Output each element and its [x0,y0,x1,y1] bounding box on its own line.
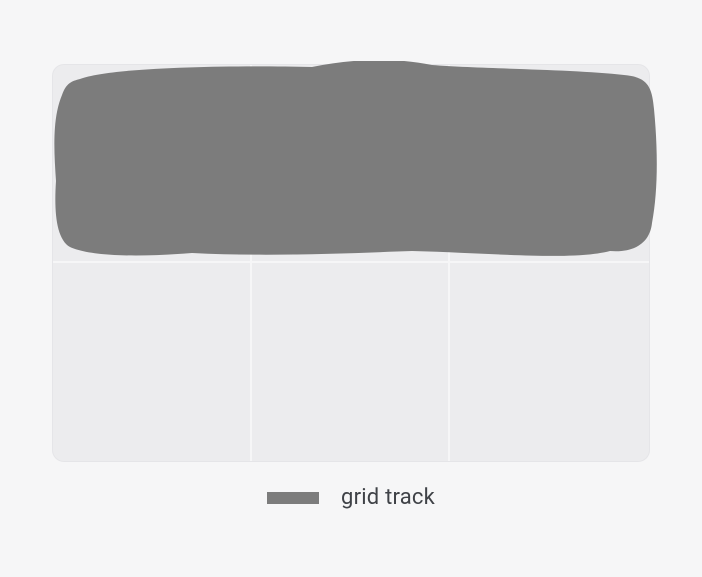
grid-cell-r1-c3 [450,65,649,263]
legend: grid track [0,485,702,510]
grid-cell-r1-c2 [252,65,451,263]
grid-cell-r2-c1 [53,263,252,461]
grid-cell-r2-c3 [450,263,649,461]
grid-cell-r2-c2 [252,263,451,461]
grid-cell-r1-c1 [53,65,252,263]
legend-label: grid track [341,485,435,510]
legend-swatch [267,492,319,504]
grid-diagram [52,64,650,462]
